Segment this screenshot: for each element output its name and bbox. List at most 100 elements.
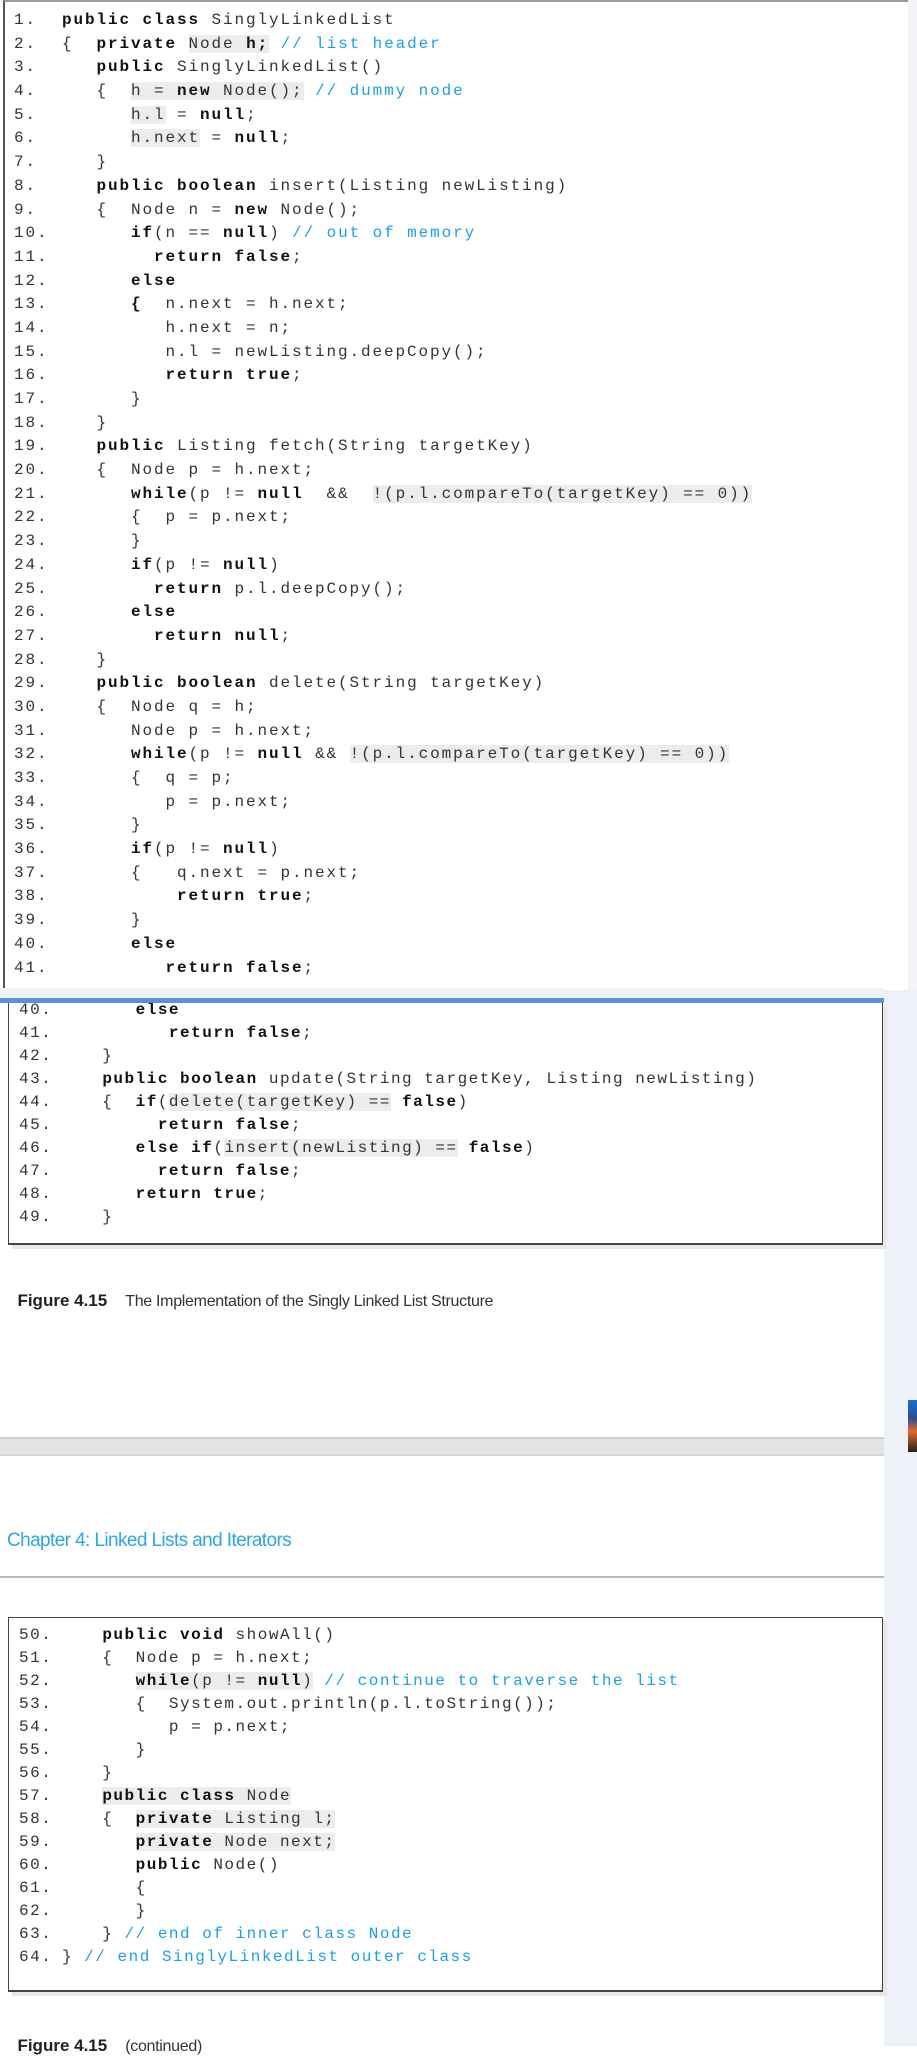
figure-title: The Implementation of the Singly Linked … bbox=[125, 1293, 494, 1310]
line-number: 53. bbox=[19, 1695, 53, 1713]
line-number: 16. bbox=[14, 366, 49, 385]
code-keyword: null bbox=[223, 555, 270, 574]
code-text: return false; bbox=[69, 1160, 302, 1183]
line-number: 20. bbox=[14, 461, 49, 480]
code-token: } bbox=[62, 413, 109, 432]
line-number: 41. bbox=[14, 958, 49, 977]
code-keyword: if bbox=[135, 1093, 158, 1111]
code-text: } bbox=[62, 649, 108, 673]
code-token: (p != bbox=[154, 840, 224, 859]
header-rule bbox=[0, 1576, 884, 1578]
line-number: 41. bbox=[19, 1024, 53, 1042]
line-number: 2. bbox=[14, 34, 38, 53]
code-listing-part-3: 50. public void showAll() 51. { Node p = … bbox=[8, 1617, 883, 1992]
line-number: 58. bbox=[19, 1810, 53, 1828]
code-token: delete(String targetKey) bbox=[257, 674, 546, 693]
code-token: p = p.next; bbox=[69, 1718, 292, 1736]
line-number: 42. bbox=[19, 1047, 53, 1065]
code-keyword: private bbox=[135, 1833, 214, 1851]
code-keyword: while bbox=[135, 1672, 192, 1690]
code-text: return true; bbox=[69, 1183, 269, 1206]
code-comment: // list header bbox=[280, 34, 442, 53]
code-text: } bbox=[62, 909, 143, 933]
code-text: public boolean update(String targetKey, … bbox=[69, 1068, 757, 1091]
code-keyword: false bbox=[468, 1139, 525, 1157]
line-number: 5. bbox=[14, 105, 38, 124]
code-comment: // end of inner class Node bbox=[124, 1925, 414, 1943]
code-token: showAll() bbox=[224, 1626, 336, 1644]
code-keyword: else bbox=[131, 934, 178, 953]
code-text: public Node() bbox=[69, 1854, 280, 1877]
code-text: return true; bbox=[62, 885, 315, 909]
line-number: 38. bbox=[14, 887, 49, 906]
code-token: ) bbox=[457, 1093, 469, 1111]
code-keyword: while bbox=[131, 745, 189, 764]
code-token: n.l = newListing.deepCopy(); bbox=[62, 342, 488, 361]
code-comment: // dummy node bbox=[315, 82, 465, 101]
line-number: 15. bbox=[14, 342, 49, 361]
code-keyword: return null bbox=[154, 626, 281, 645]
code-text: return false; bbox=[69, 1114, 302, 1137]
code-token: ; bbox=[303, 958, 316, 977]
code-keyword: return true bbox=[135, 1185, 258, 1203]
code-token: ; bbox=[280, 129, 293, 148]
line-number: 29. bbox=[14, 674, 49, 693]
code-token: { Node q = h; bbox=[62, 697, 258, 716]
code-token: } bbox=[62, 390, 143, 408]
code-text: else bbox=[62, 933, 177, 957]
code-text: return null; bbox=[62, 625, 292, 649]
code-token: h.l bbox=[131, 105, 166, 124]
code-keyword: public class bbox=[102, 1787, 236, 1805]
line-number: 51. bbox=[19, 1649, 53, 1667]
code-token: ) bbox=[269, 840, 281, 859]
code-token: { Node p = h.next; bbox=[69, 1649, 314, 1667]
code-token: { bbox=[62, 82, 132, 101]
code-text: p = p.next; bbox=[69, 1716, 291, 1739]
code-text: else bbox=[62, 270, 177, 294]
code-token: { q = p; bbox=[62, 769, 235, 787]
page-gap bbox=[0, 988, 884, 998]
code-keyword: new bbox=[177, 82, 212, 101]
code-token: } bbox=[62, 650, 109, 669]
code-keyword: return false bbox=[154, 247, 293, 266]
code-keyword: if bbox=[131, 224, 155, 243]
line-number: 34. bbox=[14, 792, 49, 811]
code-token: Node next; bbox=[213, 1833, 336, 1851]
code-token: { System.out.println(p.l.toString()); bbox=[69, 1695, 558, 1713]
code-text: { q.next = p.next; bbox=[62, 862, 361, 886]
code-text: public class Node bbox=[69, 1785, 292, 1808]
code-token: SinglyLinkedList() bbox=[165, 58, 385, 77]
code-text: if(p != null) bbox=[62, 554, 281, 578]
code-keyword: public bbox=[135, 1856, 203, 1874]
code-token: { bbox=[62, 34, 97, 53]
code-token: { bbox=[69, 1093, 136, 1111]
code-text: else bbox=[62, 601, 177, 625]
line-number: 30. bbox=[14, 697, 49, 716]
line-number: 40. bbox=[19, 1003, 53, 1019]
code-keyword: return true bbox=[177, 887, 304, 906]
code-token: ; bbox=[303, 887, 316, 906]
code-text: { Node p = h.next; bbox=[62, 459, 315, 483]
code-text: return p.l.deepCopy(); bbox=[62, 578, 407, 602]
line-number: 52. bbox=[19, 1672, 53, 1690]
code-keyword: public class bbox=[62, 11, 201, 29]
code-keyword: null bbox=[234, 129, 281, 148]
code-token: !(p.l.compareTo(targetKey) == 0)) bbox=[372, 484, 753, 503]
code-token: ; bbox=[280, 626, 293, 645]
line-number: 62. bbox=[19, 1902, 53, 1920]
code-keyword: null bbox=[257, 484, 304, 503]
